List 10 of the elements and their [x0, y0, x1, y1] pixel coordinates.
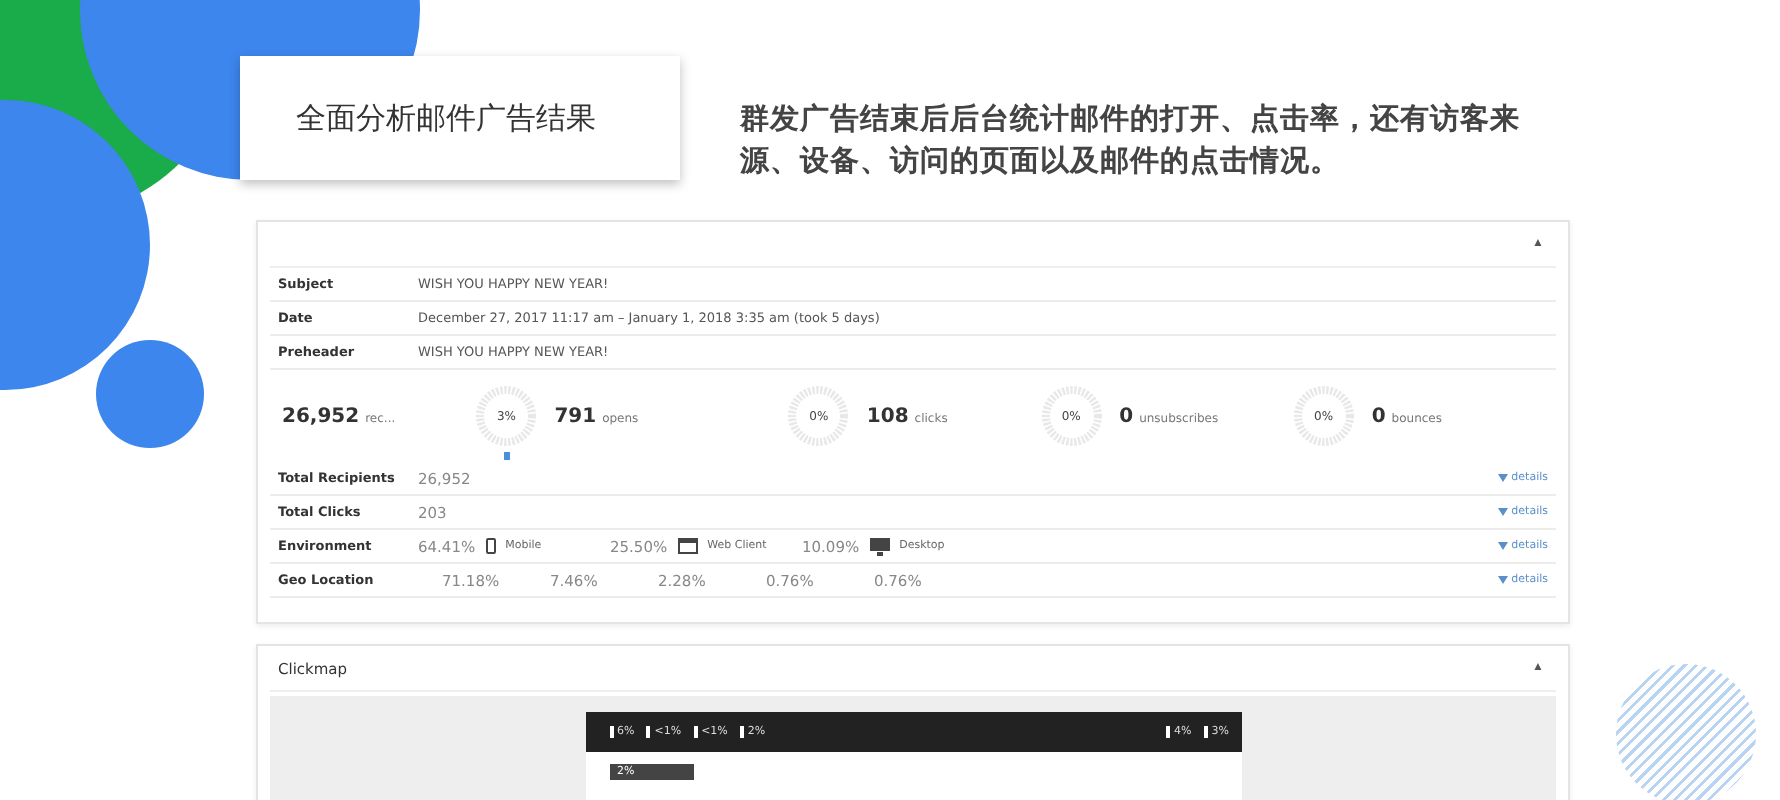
caret-icon: [1497, 474, 1508, 482]
monitor-icon: [869, 537, 890, 555]
small-circle-decoration: [96, 340, 204, 448]
phone-icon: [485, 538, 496, 554]
caret-icon: [1497, 542, 1508, 550]
description-text: 群发广告结束后后台统计邮件的打开、点击率，还有访客来源、设备、访问的页面以及邮件的点击情况。: [740, 100, 1522, 182]
browser-window-icon: [677, 538, 698, 554]
caret-icon: [1497, 508, 1508, 516]
card-title: 全面分析邮件广告结果: [296, 99, 596, 137]
caret-icon: [1497, 576, 1508, 584]
